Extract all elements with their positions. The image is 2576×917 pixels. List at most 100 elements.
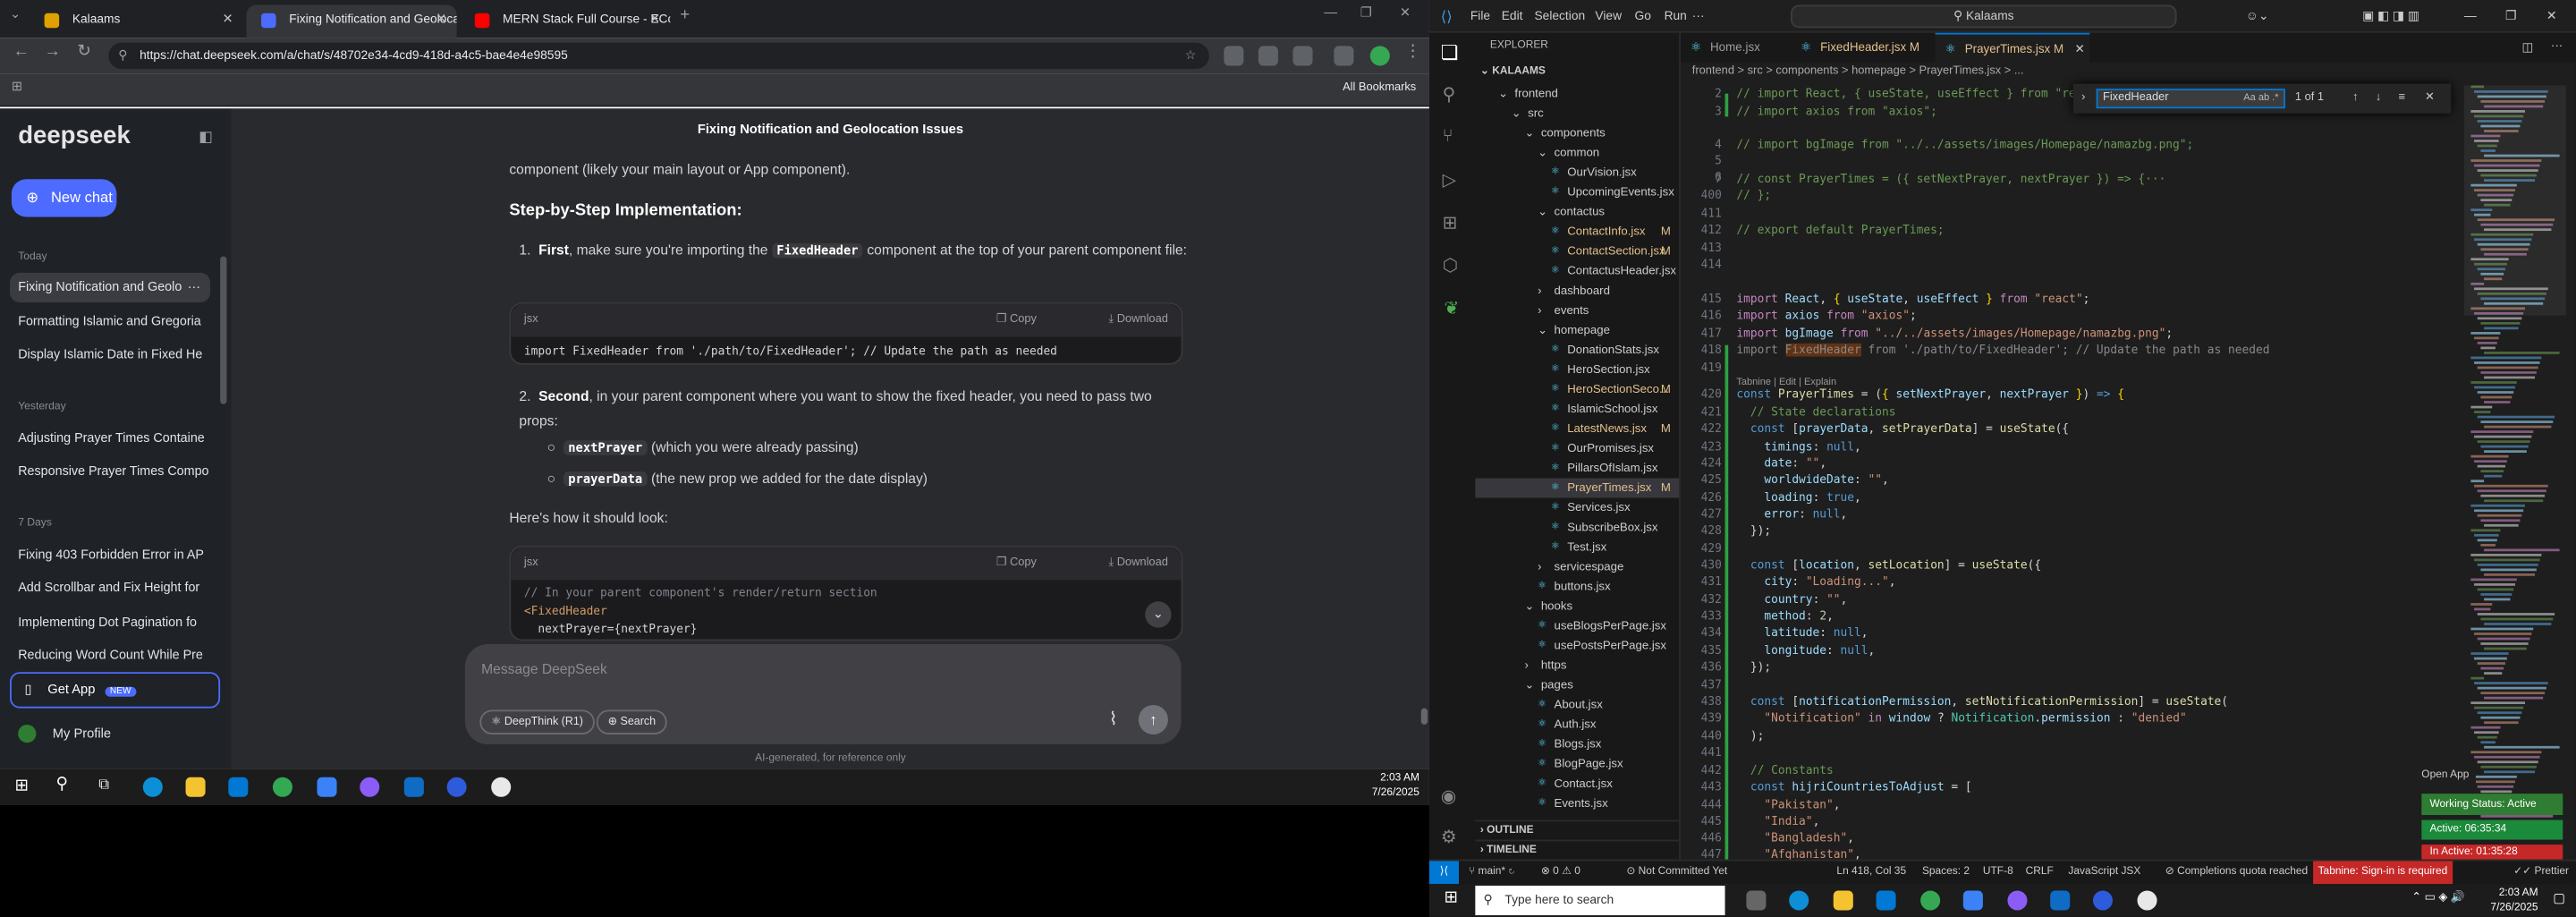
find-in-selection-icon[interactable]: ≡: [2399, 84, 2406, 114]
code-editor[interactable]: 2 // import React, { useState, useEffect …: [1681, 82, 2453, 887]
extension-icon[interactable]: [1258, 46, 1278, 66]
message-input[interactable]: Message DeepSeek ⚛ DeepThink (R1) ⊕ Sear…: [464, 643, 1182, 745]
github-icon[interactable]: [360, 777, 380, 797]
download-button[interactable]: ⤓ Download: [1108, 548, 1167, 581]
code-line[interactable]: country: "",: [1736, 593, 1847, 607]
avatar[interactable]: [18, 724, 37, 743]
tree-item[interactable]: ⌄ pages: [1475, 675, 1679, 695]
breadcrumb[interactable]: frontend > src > components > homepage >…: [1681, 63, 2576, 82]
address-bar[interactable]: https://chat.deepseek.com/a/chat/s/48702…: [108, 42, 1209, 70]
tree-item[interactable]: ⌄ src: [1475, 104, 1679, 123]
settings-gear-icon[interactable]: ⚙: [1441, 827, 1457, 848]
tree-item[interactable]: ⚛ SubscribeBox.jsx: [1475, 518, 1679, 538]
tab-home[interactable]: ⚛ Home.jsx: [1681, 33, 1787, 63]
toggle-replace-icon[interactable]: ›: [2081, 84, 2085, 114]
code-line[interactable]: city: "Loading...",: [1736, 575, 1895, 589]
chat-item[interactable]: Responsive Prayer Times Compo: [10, 457, 210, 487]
tab-kalaams[interactable]: Kalaams ✕: [30, 5, 243, 38]
open-app-button[interactable]: Open App: [2414, 765, 2476, 785]
copy-button[interactable]: ❐ Copy: [996, 548, 1037, 581]
workspace-root[interactable]: ⌄ KALAAMS: [1480, 64, 1546, 77]
menu-selection[interactable]: Selection: [1534, 0, 1585, 33]
close-window-icon[interactable]: ✕: [1400, 5, 1411, 21]
docker-icon[interactable]: ⬡: [1443, 255, 1459, 276]
language-mode[interactable]: JavaScript JSX: [2068, 861, 2140, 884]
tree-item[interactable]: ⚛ buttons.jsx: [1475, 577, 1679, 597]
find-prev-icon[interactable]: ↑: [2352, 84, 2358, 114]
more-actions-icon[interactable]: ···: [2551, 38, 2563, 53]
chat-item[interactable]: Fixing 403 Forbidden Error in AP: [10, 540, 210, 570]
code-line[interactable]: latitude: null,: [1736, 626, 1868, 640]
code-line[interactable]: const PrayerTimes = ({ setNextPrayer, ne…: [1736, 387, 2124, 401]
code-line[interactable]: "Pakistan",: [1736, 799, 1840, 812]
menu-edit[interactable]: Edit: [1502, 0, 1523, 33]
send-button[interactable]: ↑: [1138, 704, 1168, 735]
code-line[interactable]: // State declarations: [1736, 406, 1896, 420]
branch-status[interactable]: ⑂ main* ↻: [1469, 861, 1515, 884]
tree-item[interactable]: ⚛ Contact.jsx: [1475, 774, 1679, 794]
prettier-status[interactable]: ✓✓ Prettier: [2513, 861, 2569, 884]
chat-item[interactable]: Implementing Dot Pagination fo: [10, 608, 210, 638]
tree-item[interactable]: › servicespage: [1475, 557, 1679, 577]
code-line[interactable]: // const PrayerTimes = ({ setNextPrayer,…: [1736, 173, 2165, 186]
tree-item[interactable]: ⚛ usePostsPerPage.jsx: [1475, 636, 1679, 656]
apps-icon[interactable]: ⊞: [12, 79, 22, 94]
accounts-icon[interactable]: ◉: [1441, 785, 1457, 807]
search-icon[interactable]: ⚲: [1443, 84, 1456, 106]
task-view-icon[interactable]: [1746, 890, 1767, 911]
site-info-icon[interactable]: ⚲: [118, 43, 127, 69]
tab-youtube[interactable]: MERN Stack Full Course - ECom ✕: [460, 5, 670, 38]
tab-deepseek[interactable]: Fixing Notification and Geoloca ✕: [246, 4, 457, 38]
vscode-icon[interactable]: [2050, 890, 2071, 911]
git-blame-status[interactable]: ⊙ Not Committed Yet: [1626, 861, 1727, 884]
chat-item[interactable]: Fixing Notification and Geolo ···: [10, 272, 211, 302]
encoding[interactable]: UTF-8: [1983, 861, 2013, 884]
outline-section[interactable]: › OUTLINE: [1475, 819, 1680, 840]
tree-item[interactable]: ⚛ Test.jsx: [1475, 538, 1679, 557]
tree-item[interactable]: ⚛ DonationStats.jsx: [1475, 340, 1679, 360]
timeline-section[interactable]: › TIMELINE: [1475, 839, 1680, 860]
mongodb-icon[interactable]: ❦: [1444, 297, 1459, 318]
tree-item[interactable]: ⌄ contactus: [1475, 202, 1679, 222]
code-line[interactable]: worldwideDate: "",: [1736, 473, 1888, 487]
tree-item[interactable]: ⚛ LatestNews.jsx M: [1475, 419, 1679, 438]
close-icon[interactable]: ✕: [2425, 84, 2435, 114]
code-line[interactable]: const [notificationPermission, setNotifi…: [1736, 695, 2228, 709]
profile-avatar[interactable]: [1369, 46, 1390, 66]
notifications-icon[interactable]: ▢: [2553, 890, 2565, 905]
search-button[interactable]: ⊕ Search: [596, 709, 667, 735]
code-line[interactable]: // Constants: [1736, 764, 1834, 777]
code-line[interactable]: error: null,: [1736, 508, 1847, 522]
code-line[interactable]: });: [1736, 524, 1771, 538]
chat-item[interactable]: Reducing Word Count While Pre: [10, 641, 210, 670]
menu-run[interactable]: Run: [1665, 0, 1687, 33]
tree-item[interactable]: ⌄ common: [1475, 143, 1679, 163]
minimap[interactable]: [2464, 85, 2566, 858]
close-icon[interactable]: ✕: [222, 5, 233, 35]
tree-item[interactable]: ⚛ Services.jsx: [1475, 498, 1679, 518]
code-line[interactable]: "Bangladesh",: [1736, 831, 1854, 845]
tree-item[interactable]: ⚛ Events.jsx: [1475, 794, 1679, 813]
reload-icon[interactable]: ↻: [77, 43, 90, 61]
windows-start-icon[interactable]: ⊞: [1444, 889, 1457, 907]
cursor-position[interactable]: Ln 418, Col 35: [1836, 861, 1906, 884]
tree-item[interactable]: ⚛ ContactInfo.jsx M: [1475, 222, 1679, 242]
code-line[interactable]: "Notification" in window ? Notification.…: [1736, 711, 2186, 725]
store-icon[interactable]: [228, 777, 249, 797]
edge-icon[interactable]: [142, 777, 163, 797]
attach-icon[interactable]: ⌇: [1109, 709, 1118, 729]
task-view-icon[interactable]: ⧉: [98, 776, 109, 794]
search-icon[interactable]: ⚲: [55, 776, 67, 794]
tree-item[interactable]: ⚛ OurVision.jsx: [1475, 163, 1679, 183]
codelens[interactable]: Tabnine | Edit | Explain: [1736, 378, 1836, 387]
chat-item[interactable]: Adjusting Prayer Times Containe: [10, 424, 210, 454]
remote-icon[interactable]: ⟩⟨: [1428, 861, 1459, 885]
code-line[interactable]: const [prayerData, setPrayerData] = useS…: [1736, 422, 2069, 436]
app-icon[interactable]: [2137, 890, 2157, 911]
code-line[interactable]: loading: true,: [1736, 491, 1860, 505]
extensions-icon[interactable]: ⊞: [1443, 212, 1458, 233]
code-line[interactable]: import FixedHeader from './path/to/Fixed…: [1736, 343, 2269, 357]
tree-item[interactable]: ⚛ useBlogsPerPage.jsx: [1475, 616, 1679, 636]
tree-item[interactable]: › events: [1475, 301, 1679, 320]
tabnine-status[interactable]: Tabnine: Sign-in is required: [2313, 861, 2453, 885]
